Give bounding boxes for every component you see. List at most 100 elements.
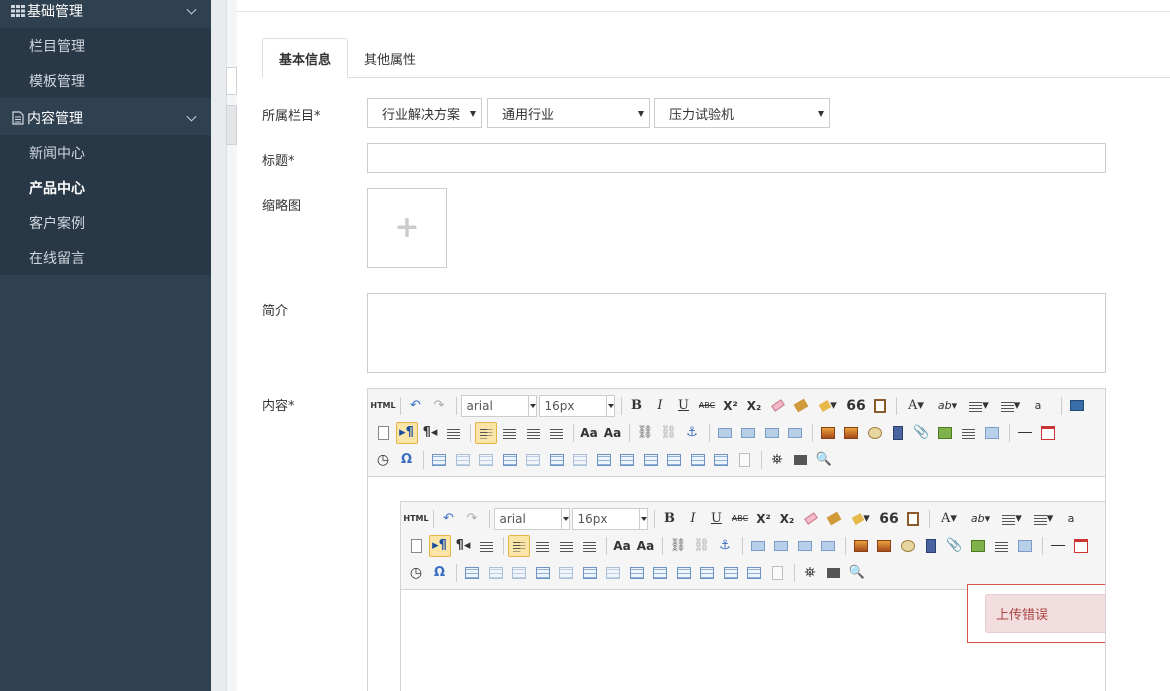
sidebar-item-cases[interactable]: 客户案例 — [0, 205, 211, 240]
ltr-direction-icon[interactable]: ▸¶ — [395, 421, 418, 444]
paste-text-icon[interactable] — [902, 508, 924, 530]
merge-down-icon[interactable] — [640, 449, 662, 471]
paste-plain-icon[interactable] — [767, 562, 789, 584]
split-cells-icon[interactable] — [696, 562, 718, 584]
split-cols-icon[interactable] — [743, 562, 765, 584]
map-icon[interactable] — [967, 535, 989, 557]
sidebar-item-messages[interactable]: 在线留言 — [0, 240, 211, 275]
strikethrough-button[interactable]: ABC — [696, 395, 718, 417]
horizontal-rule-icon[interactable] — [1014, 422, 1036, 444]
unlink-icon[interactable]: ⛓ — [691, 535, 713, 557]
indent-icon[interactable] — [443, 422, 465, 444]
insert-paragraph-icon[interactable] — [475, 449, 497, 471]
search-replace-icon[interactable]: ⛯ — [799, 562, 821, 584]
emotion-icon[interactable] — [864, 422, 886, 444]
print-icon[interactable] — [790, 449, 812, 471]
paste-plain-icon[interactable] — [734, 449, 756, 471]
rtl-direction-icon[interactable]: ¶◂ — [452, 535, 474, 557]
insert-col-icon[interactable] — [579, 562, 601, 584]
anchor-icon[interactable]: ⚓ — [714, 535, 736, 557]
ordered-list-button[interactable]: ▾ — [997, 508, 1027, 530]
insert-image-icon[interactable] — [873, 535, 895, 557]
tab-other-attributes[interactable]: 其他属性 — [348, 38, 432, 78]
auto-format-icon[interactable]: ▾ — [814, 395, 844, 417]
html-source-button[interactable]: HTML — [370, 395, 395, 417]
superscript-button[interactable]: X² — [720, 395, 742, 417]
insert-table-icon[interactable] — [461, 562, 483, 584]
font-size-select[interactable]: 16px — [571, 507, 648, 530]
delete-row-icon[interactable] — [522, 449, 544, 471]
text-frame-icon[interactable]: a — [1027, 395, 1049, 417]
thumbnail-upload[interactable]: + — [367, 188, 447, 268]
image-right-icon[interactable] — [761, 422, 783, 444]
insert-row-icon[interactable] — [499, 449, 521, 471]
rtl-direction-icon[interactable]: ¶◂ — [419, 422, 441, 444]
sidebar-item-news[interactable]: 新闻中心 — [0, 135, 211, 170]
highlight-color-button[interactable]: ab▾ — [933, 395, 963, 417]
eraser-icon[interactable] — [767, 395, 789, 417]
font-family-select[interactable]: arial — [460, 394, 537, 417]
blockquote-button[interactable]: 66 — [845, 395, 867, 417]
align-justify-icon[interactable] — [546, 422, 568, 444]
split-cols-icon[interactable] — [710, 449, 732, 471]
split-rows-icon[interactable] — [687, 449, 709, 471]
summary-textarea[interactable] — [367, 293, 1106, 373]
undo-icon[interactable]: ↶ — [405, 395, 427, 417]
insert-table-icon[interactable] — [428, 449, 450, 471]
delete-table-icon[interactable] — [485, 562, 507, 584]
merge-right-icon[interactable] — [616, 449, 638, 471]
ltr-direction-icon[interactable]: ▸¶ — [428, 534, 451, 557]
sidebar-item-products[interactable]: 产品中心 — [0, 170, 211, 205]
search-replace-icon[interactable]: ⛯ — [766, 449, 788, 471]
format-brush-icon[interactable] — [790, 395, 812, 417]
new-document-icon[interactable] — [372, 422, 394, 444]
lowercase-icon[interactable]: Aa — [602, 422, 624, 444]
undo-icon[interactable]: ↶ — [438, 508, 460, 530]
simple-upload-icon[interactable] — [850, 535, 872, 557]
blockquote-button[interactable]: 66 — [878, 508, 900, 530]
special-chars-button[interactable]: Ω — [429, 562, 451, 584]
uppercase-icon[interactable]: Aa — [578, 422, 600, 444]
insert-row-icon[interactable] — [532, 562, 554, 584]
insert-frame-icon[interactable] — [958, 422, 980, 444]
emotion-icon[interactable] — [897, 535, 919, 557]
unlink-icon[interactable]: ⛓ — [658, 422, 680, 444]
simple-upload-icon[interactable] — [817, 422, 839, 444]
insert-col-icon[interactable] — [546, 449, 568, 471]
preview-icon[interactable]: 🔍 — [846, 562, 868, 584]
align-center-icon[interactable] — [499, 422, 521, 444]
print-icon[interactable] — [823, 562, 845, 584]
auto-format-icon[interactable]: ▾ — [847, 508, 877, 530]
align-right-icon[interactable] — [555, 535, 577, 557]
anchor-icon[interactable]: ⚓ — [681, 422, 703, 444]
image-center-icon[interactable] — [817, 535, 839, 557]
text-frame-icon[interactable]: a — [1060, 508, 1082, 530]
align-left-icon[interactable] — [475, 421, 497, 444]
merge-cells-icon[interactable] — [593, 449, 615, 471]
merge-right-icon[interactable] — [649, 562, 671, 584]
eraser-icon[interactable] — [800, 508, 822, 530]
merge-down-icon[interactable] — [673, 562, 695, 584]
redo-icon[interactable]: ↷ — [461, 508, 483, 530]
category-select-level-2[interactable]: 通用行业 — [487, 98, 650, 128]
category-select-level-1[interactable]: 行业解决方案 — [367, 98, 482, 128]
date-icon[interactable] — [1037, 422, 1059, 444]
underline-button[interactable]: U — [706, 508, 728, 530]
template-icon[interactable] — [981, 422, 1003, 444]
horizontal-rule-icon[interactable] — [1047, 535, 1069, 557]
new-document-icon[interactable] — [405, 535, 427, 557]
align-right-icon[interactable] — [522, 422, 544, 444]
link-icon[interactable]: ⛓ — [634, 422, 656, 444]
time-icon[interactable]: ◷ — [405, 562, 427, 584]
image-center-icon[interactable] — [784, 422, 806, 444]
attachment-icon[interactable]: 📎 — [944, 535, 966, 557]
merge-cells-icon[interactable] — [626, 562, 648, 584]
lowercase-icon[interactable]: Aa — [635, 535, 657, 557]
format-brush-icon[interactable] — [823, 508, 845, 530]
align-justify-icon[interactable] — [579, 535, 601, 557]
highlight-color-button[interactable]: ab▾ — [966, 508, 996, 530]
split-cells-icon[interactable] — [663, 449, 685, 471]
align-center-icon[interactable] — [532, 535, 554, 557]
insert-video-icon[interactable] — [920, 535, 942, 557]
align-left-icon[interactable] — [508, 534, 530, 557]
